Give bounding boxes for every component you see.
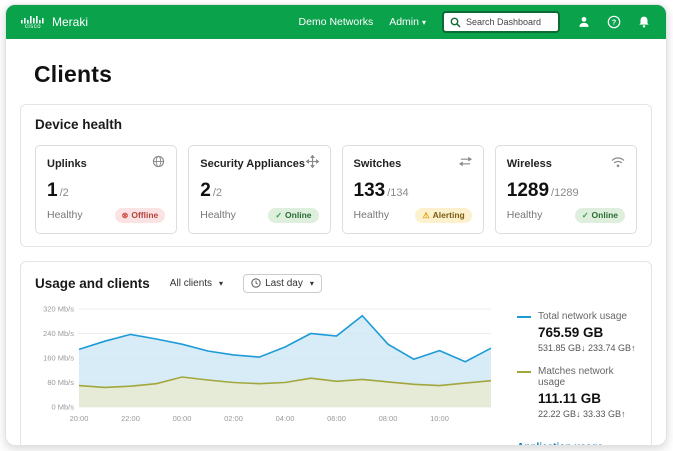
card-title: Wireless [506,158,552,170]
clock-icon [251,278,261,288]
move-icon [304,154,320,173]
healthy-number: 2 [200,180,211,201]
legend-label: Total network usage [538,310,627,322]
healthy-count: 2/2 [200,180,318,202]
usage-clients-heading: Usage and clients [35,275,150,291]
search-icon [450,17,461,28]
svg-text:10:00: 10:00 [430,414,449,423]
time-range-dropdown[interactable]: Last day ▾ [243,273,322,293]
chevron-down-icon: ▾ [309,278,314,288]
cisco-wordmark: cisco [24,23,42,30]
status-label: Alerting [432,210,465,220]
nav-admin-menu[interactable]: Admin ▾ [389,16,426,28]
legend-value: 111.11 GB [538,390,602,406]
device-card-row: Uplinks 1/2 Healthy ⊗ Offline Security A… [35,145,637,234]
status-label: Online [285,210,312,220]
all-clients-dropdown[interactable]: All clients ▾ [170,278,223,289]
svg-text:04:00: 04:00 [276,414,295,423]
card-title: Uplinks [47,158,87,170]
status-badge: ✓ Online [574,208,625,223]
healthy-label: Healthy [506,209,543,222]
search-box[interactable] [442,11,560,33]
total-number: /1289 [551,187,579,199]
legend-total-network-usage: Total network usage 765.59 GB 531.85 GB↓… [517,311,637,353]
online-check-icon: ✓ [581,210,589,220]
admin-label: Admin [389,16,419,28]
svg-text:80 Mb/s: 80 Mb/s [47,378,74,387]
cisco-meraki-logo: cisco Meraki [20,15,88,30]
legend-matches-network-usage: Matches network usage 111.11 GB 22.22 GB… [517,366,637,419]
legend-detail: 531.85 GB↓ 233.74 GB↑ [538,342,636,353]
topbar-icon-group: ? [576,14,652,30]
top-navigation-bar: cisco Meraki Demo Networks Admin ▾ Searc… [6,5,666,39]
device-card-security-appliances[interactable]: Security Appliances 2 /2 Healthy ✓ Onlin… [188,145,331,234]
healthy-number: 133 [353,180,386,201]
card-title: Switches [353,158,402,170]
chevron-down-icon: ▾ [219,278,224,288]
svg-text:?: ? [612,18,617,27]
legend-value: 765.59 GB [538,324,604,340]
svg-text:20:00: 20:00 [70,414,89,423]
nav-demo-networks[interactable]: Demo Networks [299,16,374,28]
svg-text:06:00: 06:00 [327,414,346,423]
series-marker-total [517,315,531,318]
globe-icon [152,155,165,173]
page-title: Clients [34,61,113,87]
svg-text:0 Mb/s: 0 Mb/s [51,402,74,411]
search-input[interactable] [466,17,552,27]
alert-warning-icon: ⚠ [422,210,430,220]
device-health-heading: Device health [35,117,123,132]
status-badge: ⊗ Offline [114,208,166,223]
meraki-dashboard-window: cisco Meraki Demo Networks Admin ▾ Searc… [5,4,667,446]
svg-text:240 Mb/s: 240 Mb/s [43,329,74,338]
status-label: Offline [131,210,159,220]
notifications-bell-icon[interactable] [636,14,652,30]
status-badge: ✓ Online [268,208,319,223]
healthy-number: 1 [47,180,58,201]
usage-chart: 320 Mb/s 240 Mb/s 160 Mb/s 80 Mb/s 0 Mb/s 20:… [35,303,503,446]
swap-icon [458,155,472,173]
legend-detail: 22.22 GB↓ 33.33 GB↑ [538,408,626,419]
healthy-label: Healthy [200,209,236,222]
cisco-logo-icon: cisco [20,15,46,30]
time-range-label: Last day [265,277,303,289]
svg-text:08:00: 08:00 [379,414,398,423]
svg-text:320 Mb/s: 320 Mb/s [43,304,74,313]
card-title: Security Appliances [200,158,305,170]
account-icon[interactable] [576,14,592,30]
healthy-number: 1289 [506,180,550,201]
status-label: Online [591,210,618,220]
healthy-count: 133/134 [354,180,472,202]
svg-text:02:00: 02:00 [224,414,243,423]
device-card-wireless[interactable]: Wireless 1289/1289 Healthy ✓ Online [494,145,637,234]
application-usage-link[interactable]: Application usage [517,442,603,446]
svg-text:00:00: 00:00 [173,414,192,423]
healthy-label: Healthy [353,209,390,222]
healthy-count: 1289/1289 [507,180,625,202]
help-icon[interactable]: ? [606,14,622,30]
series-marker-matches [517,370,531,373]
usage-legend: Total network usage 765.59 GB 531.85 GB↓… [503,303,637,446]
total-number: /2 [212,187,223,199]
svg-text:160 Mb/s: 160 Mb/s [43,353,74,362]
meraki-wordmark: Meraki [52,15,89,29]
healthy-count: 1/2 [47,180,165,202]
all-clients-label: All clients [169,277,213,289]
device-health-section: Device health Uplinks 1 /2 Healthy ⊗ Off… [20,104,652,247]
online-check-icon: ✓ [275,210,283,220]
device-card-switches[interactable]: Switches 133 /134 Healthy ⚠ Alerting [341,145,484,234]
wifi-icon [611,155,625,173]
usage-clients-section: Usage and clients All clients ▾ Last day ▾ [20,260,652,446]
offline-icon: ⊗ [121,210,129,220]
status-badge: ⚠ Alerting [415,208,472,223]
main-content: Clients Device health Uplinks 1 /2 Healt… [6,39,666,446]
device-card-uplinks[interactable]: Uplinks 1/2 Healthy ⊗ Offline [35,145,178,234]
chevron-down-icon: ▾ [421,18,426,27]
total-number: /2 [59,187,69,199]
healthy-label: Healthy [47,209,83,222]
legend-label: Matches network usage [538,365,614,388]
total-number: /134 [387,187,409,199]
svg-text:22:00: 22:00 [121,414,140,423]
